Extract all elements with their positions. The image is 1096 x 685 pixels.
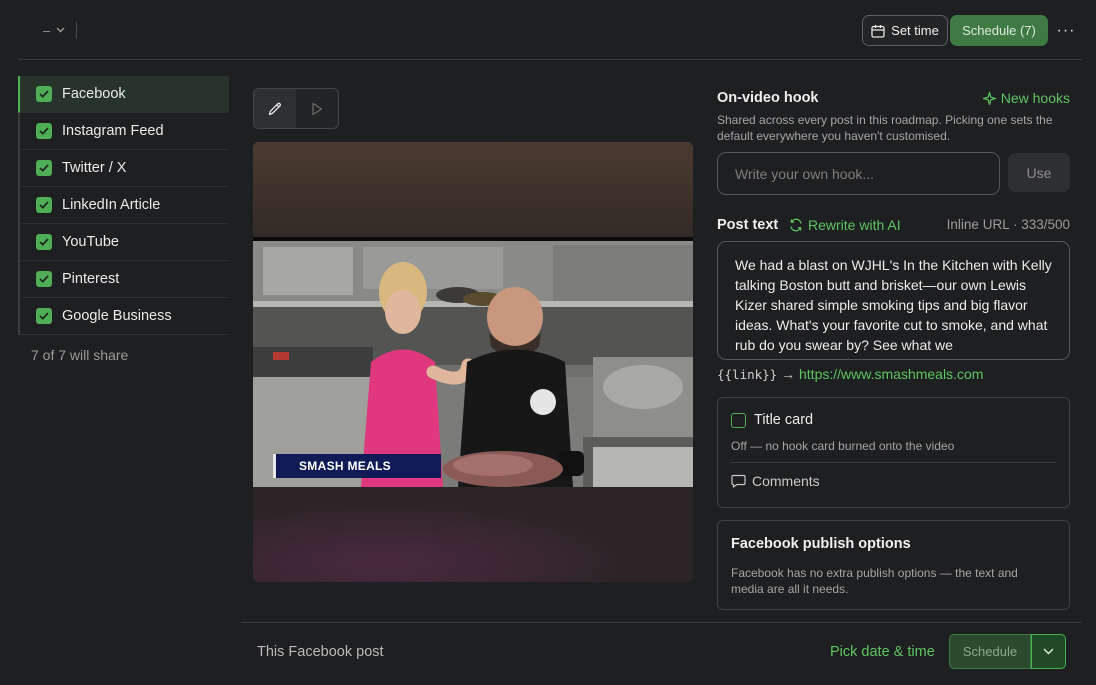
divider <box>76 22 77 39</box>
schedule-all-button[interactable]: Schedule (7) <box>950 15 1048 46</box>
use-hook-button[interactable]: Use <box>1008 153 1070 192</box>
sidebar-item-label: Google Business <box>62 308 172 324</box>
sidebar-item-pinterest[interactable]: Pinterest <box>18 261 229 298</box>
link-line: {{link}} → https://www.smashmeals.com <box>717 366 1070 382</box>
footer-label: This Facebook post <box>257 644 384 660</box>
char-counter: Inline URL · 333/500 <box>946 217 1070 232</box>
link-token: {{link}} <box>717 367 778 382</box>
checkbox-checked-icon[interactable] <box>36 308 52 324</box>
footer-bar: This Facebook post Pick date & time Sche… <box>241 622 1082 685</box>
sidebar-item-label: LinkedIn Article <box>62 197 161 213</box>
sidebar-item-label: YouTube <box>62 234 119 250</box>
sidebar-item-linkedin[interactable]: LinkedIn Article <box>18 187 229 224</box>
divider <box>18 59 1082 60</box>
media-toolbar <box>253 88 339 129</box>
sidebar-item-facebook[interactable]: Facebook <box>18 76 229 113</box>
title-card-panel: Title card Off — no hook card burned ont… <box>717 397 1070 508</box>
checkbox-unchecked-icon[interactable] <box>731 412 746 428</box>
play-button[interactable] <box>296 89 338 128</box>
pencil-icon <box>268 102 281 115</box>
sidebar-item-youtube[interactable]: YouTube <box>18 224 229 261</box>
hook-title: On-video hook <box>717 90 819 106</box>
video-blur-bottom <box>253 487 693 582</box>
checkbox-checked-icon[interactable] <box>36 234 52 250</box>
more-options-icon[interactable]: ··· <box>1052 19 1080 43</box>
new-hooks-button[interactable]: New hooks <box>982 90 1070 106</box>
sidebar-item-label: Pinterest <box>62 271 120 287</box>
workspace-value: – <box>43 22 51 38</box>
set-time-button[interactable]: Set time <box>862 15 948 46</box>
edit-button[interactable] <box>254 89 296 128</box>
chevron-down-icon <box>56 27 65 33</box>
play-icon <box>312 102 323 115</box>
video-frame: SMASH MEALS <box>253 237 693 487</box>
hook-input[interactable]: Write your own hook... <box>717 152 1000 195</box>
title-card-description: Off — no hook card burned onto the video <box>731 439 955 453</box>
comments-label: Comments <box>752 473 820 489</box>
comment-icon <box>731 474 746 488</box>
checkbox-checked-icon[interactable] <box>36 86 52 102</box>
checkbox-checked-icon[interactable] <box>36 271 52 287</box>
workspace-select[interactable]: – <box>43 21 65 39</box>
lower-third-caption: SMASH MEALS <box>273 454 441 478</box>
sidebar-item-label: Instagram Feed <box>62 123 164 139</box>
rewrite-ai-button[interactable]: Rewrite with AI <box>789 217 901 233</box>
sidebar-item-instagram[interactable]: Instagram Feed <box>18 113 229 150</box>
schedule-button[interactable]: Schedule <box>949 634 1031 669</box>
calendar-icon <box>871 24 885 38</box>
sidebar-item-label: Twitter / X <box>62 160 127 176</box>
checkbox-checked-icon[interactable] <box>36 197 52 213</box>
new-hooks-label: New hooks <box>1000 90 1070 106</box>
video-preview[interactable]: SMASH MEALS <box>253 142 693 582</box>
link-url[interactable]: https://www.smashmeals.com <box>799 366 983 382</box>
publish-options-description: Facebook has no extra publish options — … <box>731 566 1018 596</box>
share-count: 7 of 7 will share <box>31 347 129 363</box>
title-card-label: Title card <box>754 412 814 428</box>
rewrite-label: Rewrite with AI <box>808 217 901 233</box>
platform-list: Facebook Instagram Feed Twitter / X Link… <box>18 76 229 363</box>
pick-date-time-button[interactable]: Pick date & time <box>830 644 935 660</box>
hook-section-title: On-video hook New hooks <box>717 90 1070 108</box>
video-blur-top <box>253 142 693 237</box>
publish-options-panel: Facebook publish options Facebook has no… <box>717 520 1070 610</box>
set-time-label: Set time <box>891 23 939 38</box>
checkbox-checked-icon[interactable] <box>36 123 52 139</box>
sidebar-item-twitter[interactable]: Twitter / X <box>18 150 229 187</box>
sidebar-item-label: Facebook <box>62 86 126 102</box>
post-text-area[interactable]: We had a blast on WJHL's In the Kitchen … <box>717 241 1070 360</box>
top-bar: – Set time Schedule (7) ··· <box>0 0 1096 60</box>
comments-button[interactable]: Comments <box>731 473 820 489</box>
title-card-toggle[interactable]: Title card <box>731 412 813 428</box>
publish-options-title: Facebook publish options <box>731 536 911 552</box>
schedule-options-button[interactable] <box>1031 634 1066 669</box>
chevron-down-icon <box>1043 648 1054 655</box>
hook-description: Shared across every post in this roadmap… <box>717 113 1053 143</box>
sidebar-item-google-business[interactable]: Google Business <box>18 298 229 335</box>
kitchen-scene-image <box>253 237 693 487</box>
post-text-label: Post text <box>717 217 779 233</box>
divider <box>731 462 1056 463</box>
refresh-icon <box>790 218 802 232</box>
arrow-icon: → <box>781 366 796 382</box>
checkbox-checked-icon[interactable] <box>36 160 52 176</box>
sparkle-icon <box>982 91 996 105</box>
post-text-header: Post text Rewrite with AI Inline URL · 3… <box>717 217 1070 235</box>
